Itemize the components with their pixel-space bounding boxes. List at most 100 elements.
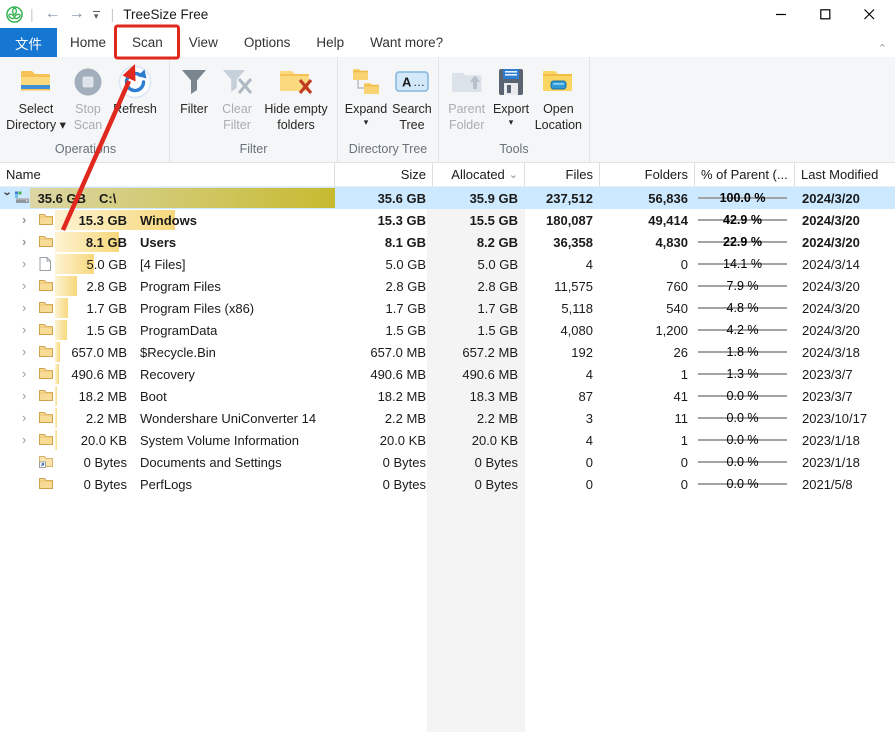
cell-percent-of-parent: 100.0 % xyxy=(695,187,795,209)
table-row-program-files[interactable]: ›2.8 GBProgram Files2.8 GB2.8 GB11,57576… xyxy=(0,275,895,297)
column-header--of-parent-[interactable]: % of Parent (... xyxy=(695,163,795,186)
cell-size: 8.1 GB xyxy=(335,231,433,253)
table-row-perflogs[interactable]: 0 BytesPerfLogs0 Bytes0 Bytes000.0 %2021… xyxy=(0,473,895,495)
row-name-label: Program Files xyxy=(140,279,221,294)
table-row-recovery[interactable]: ›490.6 MBRecovery490.6 MB490.6 MB411.3 %… xyxy=(0,363,895,385)
filter-button[interactable]: Filter xyxy=(174,61,214,117)
forward-arrow-icon[interactable]: → xyxy=(65,6,89,22)
column-header-folders[interactable]: Folders xyxy=(600,163,695,186)
row-name-label: PerfLogs xyxy=(140,477,192,492)
open-location-button[interactable]: OpenLocation xyxy=(532,61,585,134)
menu-tab-options[interactable]: Options xyxy=(231,28,304,57)
table-row-4-files[interactable]: ›5.0 GB[4 Files]5.0 GB5.0 GB4014.1 %2024… xyxy=(0,253,895,275)
table-row-system-volume-information[interactable]: ›20.0 KBSystem Volume Information20.0 KB… xyxy=(0,429,895,451)
expand-chevron-icon[interactable]: › xyxy=(22,256,34,271)
row-name-label: ProgramData xyxy=(140,323,217,338)
column-header-size[interactable]: Size xyxy=(335,163,433,186)
cell-percent-of-parent: 0.0 % xyxy=(695,407,795,429)
column-header-name[interactable]: Name xyxy=(0,163,335,186)
ribbon-group-label: Directory Tree xyxy=(338,142,438,162)
button-label: Open xyxy=(543,101,574,117)
folder-icon xyxy=(38,410,54,428)
expand-chevron-icon[interactable]: › xyxy=(22,212,34,227)
column-header-files[interactable]: Files xyxy=(525,163,600,186)
cell-allocated: 35.9 GB xyxy=(433,187,525,209)
drive-icon xyxy=(14,190,31,208)
sort-indicator-icon: ⌄ xyxy=(509,168,518,181)
row-name-label: Users xyxy=(140,235,176,250)
stop-icon xyxy=(73,63,103,101)
search-tree-button[interactable]: A…SearchTree xyxy=(390,61,434,134)
menu-tab-view[interactable]: View xyxy=(176,28,231,57)
cell-folders: 26 xyxy=(600,341,695,363)
expand-chevron-icon[interactable]: › xyxy=(22,410,34,425)
menu-tab-want-more-[interactable]: Want more? xyxy=(357,28,456,57)
cell-last-modified: 2023/3/7 xyxy=(795,363,895,385)
row-size-label: 0 Bytes xyxy=(56,477,127,492)
button-label: Filter xyxy=(223,117,251,133)
cell-size: 0 Bytes xyxy=(335,473,433,495)
folder-icon xyxy=(38,432,54,450)
back-arrow-icon[interactable]: ← xyxy=(41,6,65,22)
menu-tab-home[interactable]: Home xyxy=(57,28,119,57)
expand-chevron-icon[interactable]: › xyxy=(22,278,34,293)
button-label: ▾ xyxy=(509,117,514,129)
table-row-documents-and-settings[interactable]: 0 BytesDocuments and Settings0 Bytes0 By… xyxy=(0,451,895,473)
table-row-c[interactable]: ›35.6 GBC:\35.6 GB35.9 GB237,51256,83610… xyxy=(0,187,895,209)
table-row-programdata[interactable]: ›1.5 GBProgramData1.5 GB1.5 GB4,0801,200… xyxy=(0,319,895,341)
maximize-button[interactable] xyxy=(803,1,847,27)
table-row-windows[interactable]: ›15.3 GBWindows15.3 GB15.5 GB180,08749,4… xyxy=(0,209,895,231)
parent-folder-button: ParentFolder xyxy=(443,61,490,134)
cell-files: 5,118 xyxy=(525,297,600,319)
cell-size: 2.2 MB xyxy=(335,407,433,429)
export-button[interactable]: Export▾ xyxy=(490,61,531,129)
expand-button[interactable]: Expand▾ xyxy=(342,61,390,129)
expand-chevron-icon[interactable]: › xyxy=(22,322,34,337)
button-label: Export xyxy=(493,101,529,117)
cell-percent-of-parent: 0.0 % xyxy=(695,451,795,473)
button-label: Stop xyxy=(75,101,101,117)
table-row-boot[interactable]: ›18.2 MBBoot18.2 MB18.3 MB87410.0 %2023/… xyxy=(0,385,895,407)
expand-chevron-icon[interactable]: › xyxy=(22,432,34,447)
cell-size: 5.0 GB xyxy=(335,253,433,275)
expand-chevron-icon[interactable]: › xyxy=(22,388,34,403)
row-size-label: 35.6 GB xyxy=(36,191,86,206)
menu-tab-help[interactable]: Help xyxy=(303,28,357,57)
folder-icon xyxy=(38,322,54,340)
ribbon-collapse-icon[interactable]: ⌃ xyxy=(878,42,887,55)
table-row-recycle-bin[interactable]: ›657.0 MB$Recycle.Bin657.0 MB657.2 MB192… xyxy=(0,341,895,363)
folder-icon xyxy=(38,278,54,296)
refresh-button[interactable]: Refresh xyxy=(110,61,160,117)
cell-size: 490.6 MB xyxy=(335,363,433,385)
column-header-last-modified[interactable]: Last Modified xyxy=(795,163,895,186)
cell-last-modified: 2023/1/18 xyxy=(795,451,895,473)
table-header: NameSizeAllocated ⌄FilesFolders% of Pare… xyxy=(0,163,895,187)
minimize-button[interactable] xyxy=(759,1,803,27)
menu-tab-scan[interactable]: Scan xyxy=(119,28,176,57)
title-bar: | ← → ▾ | TreeSize Free xyxy=(0,0,895,28)
column-header-allocated[interactable]: Allocated ⌄ xyxy=(433,163,525,186)
expand-chevron-icon[interactable]: › xyxy=(22,300,34,315)
hide-empty-folders-button[interactable]: Hide emptyfolders xyxy=(260,61,332,134)
cell-files: 4 xyxy=(525,363,600,385)
cell-percent-of-parent: 4.8 % xyxy=(695,297,795,319)
cell-folders: 540 xyxy=(600,297,695,319)
cell-allocated: 0 Bytes xyxy=(433,473,525,495)
expand-chevron-icon[interactable]: › xyxy=(22,234,34,249)
expand-chevron-icon[interactable]: › xyxy=(22,344,34,359)
table-row-wondershare-uniconverter-14[interactable]: ›2.2 MBWondershare UniConverter 142.2 MB… xyxy=(0,407,895,429)
menu-tab-file[interactable]: 文件 xyxy=(0,28,57,57)
table-row-users[interactable]: ›8.1 GBUsers8.1 GB8.2 GB36,3584,83022.9 … xyxy=(0,231,895,253)
expand-chevron-icon[interactable]: › xyxy=(22,366,34,381)
folder-icon xyxy=(38,212,54,230)
cell-files: 237,512 xyxy=(525,187,600,209)
table-row-program-files-x86[interactable]: ›1.7 GBProgram Files (x86)1.7 GB1.7 GB5,… xyxy=(0,297,895,319)
select-directory-button[interactable]: SelectDirectory ▾ xyxy=(6,61,66,134)
cell-percent-of-parent: 0.0 % xyxy=(695,429,795,451)
quick-access-dropdown-icon[interactable]: ▾ xyxy=(89,11,104,18)
folder-icon xyxy=(38,388,54,406)
cell-last-modified: 2024/3/14 xyxy=(795,253,895,275)
close-button[interactable] xyxy=(847,1,891,27)
cell-allocated: 1.7 GB xyxy=(433,297,525,319)
menu-bar: 文件 HomeScanViewOptionsHelpWant more? ⌃ xyxy=(0,28,895,57)
